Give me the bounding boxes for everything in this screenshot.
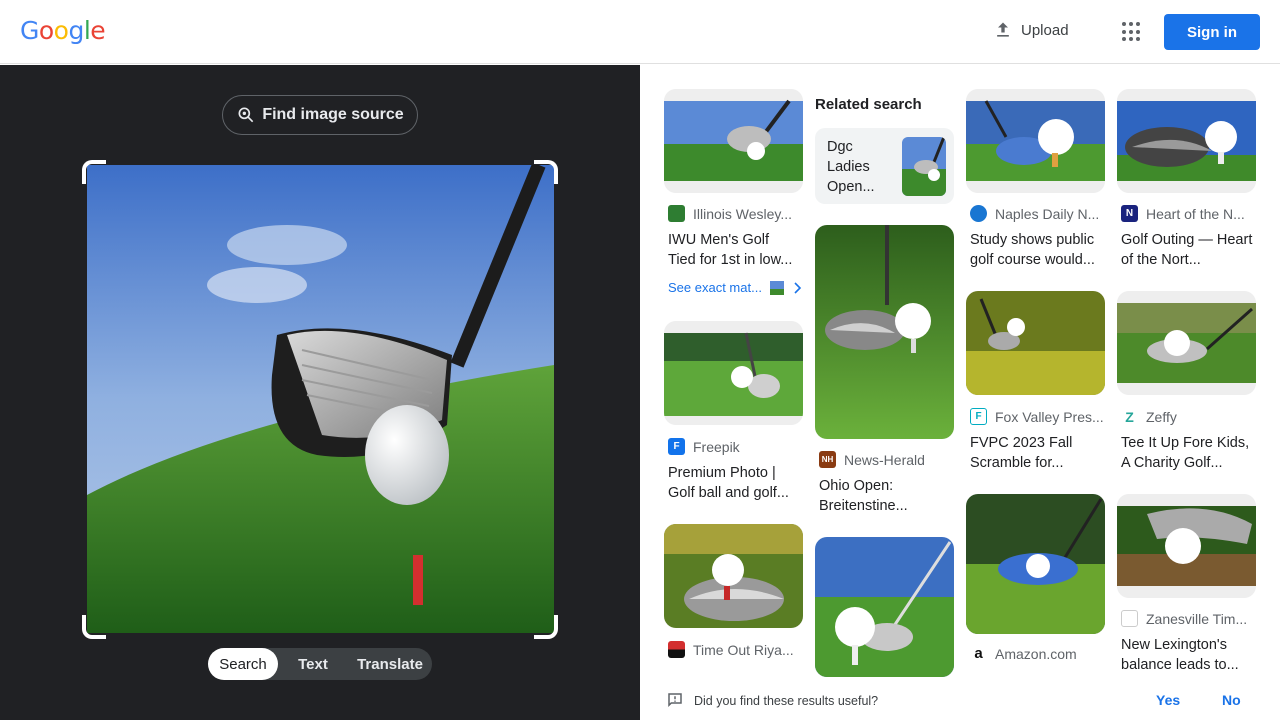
upload-button[interactable]: Upload (993, 20, 1069, 40)
result-source[interactable]: F Fox Valley Pres... (970, 408, 1106, 425)
result-image[interactable] (664, 524, 803, 628)
result-title[interactable]: IWU Men's Golf Tied for 1st in low... (668, 230, 800, 270)
result-title[interactable]: FVPC 2023 Fall Scramble for... (970, 433, 1102, 473)
result-image[interactable] (966, 89, 1105, 193)
result-title[interactable]: Tee It Up Fore Kids, A Charity Golf... (1121, 433, 1253, 473)
lens-panel: Find image source Search Text Translate (0, 65, 640, 720)
source-name: Freepik (693, 438, 740, 455)
result-source[interactable]: NH News-Herald (819, 451, 955, 468)
source-name: News-Herald (844, 451, 925, 468)
result-image[interactable] (1117, 89, 1256, 193)
google-logo[interactable]: Google (20, 16, 106, 45)
result-image[interactable] (966, 494, 1105, 634)
logo-letter: o (53, 16, 69, 45)
result-image[interactable] (1117, 291, 1256, 395)
crop-handle-bottom-right[interactable] (534, 615, 558, 639)
result-source[interactable]: Time Out Riya... (668, 641, 804, 658)
result-source[interactable]: a Amazon.com (970, 645, 1106, 662)
favicon-icon (668, 641, 685, 658)
favicon-icon (668, 205, 685, 222)
logo-letter: G (20, 16, 39, 45)
find-image-source-label: Find image source (262, 106, 404, 123)
upload-icon (997, 22, 1009, 37)
exact-match-label: See exact mat... (668, 280, 762, 295)
sign-in-button[interactable]: Sign in (1164, 14, 1260, 50)
find-image-source-button[interactable]: Find image source (222, 95, 418, 135)
result-title[interactable]: Golf Outing — Heart of the Nort... (1121, 230, 1253, 270)
mode-text[interactable]: Text (278, 648, 348, 680)
result-source[interactable]: Zanesville Tim... (1121, 610, 1257, 627)
source-name: Time Out Riya... (693, 641, 794, 658)
source-name: Fox Valley Pres... (995, 408, 1104, 425)
mode-translate[interactable]: Translate (348, 648, 432, 680)
result-image[interactable] (664, 321, 803, 425)
favicon-icon: N (1121, 205, 1138, 222)
feedback-icon (668, 693, 682, 708)
favicon-icon: NH (819, 451, 836, 468)
result-title[interactable]: Study shows public golf course would... (970, 230, 1102, 270)
feedback-question: Did you find these results useful? (694, 694, 879, 708)
favicon-icon: a (970, 645, 987, 662)
related-query: Dgc Ladies Open... (827, 139, 875, 195)
result-image[interactable] (664, 89, 803, 193)
crop-handle-top-left[interactable] (82, 160, 106, 184)
related-search-heading: Related search (815, 96, 922, 113)
query-image[interactable] (87, 165, 554, 633)
favicon-icon: F (970, 408, 987, 425)
result-source[interactable]: F Freepik (668, 438, 804, 455)
feedback-yes-button[interactable]: Yes (1156, 692, 1180, 708)
result-image[interactable] (815, 537, 954, 677)
result-title[interactable]: Premium Photo | Golf ball and golf... (668, 463, 800, 503)
source-name: Heart of the N... (1146, 205, 1245, 222)
feedback-no-button[interactable]: No (1222, 692, 1241, 708)
logo-letter: e (90, 16, 106, 45)
favicon-icon: Z (1121, 408, 1138, 425)
lens-search-icon (238, 107, 254, 123)
logo-letter: o (38, 16, 54, 45)
mode-search[interactable]: Search (208, 648, 278, 680)
favicon-icon (1121, 610, 1138, 627)
upload-label: Upload (1021, 21, 1069, 39)
source-name: Zanesville Tim... (1146, 610, 1248, 627)
result-source[interactable]: N Heart of the N... (1121, 205, 1257, 222)
crop-handle-top-right[interactable] (534, 160, 558, 184)
result-image[interactable] (966, 291, 1105, 395)
chevron-right-icon (794, 281, 802, 294)
apps-grid-icon[interactable] (1122, 22, 1142, 42)
result-image[interactable] (815, 225, 954, 439)
crop-handle-bottom-left[interactable] (82, 615, 106, 639)
see-exact-matches-link[interactable]: See exact mat... (668, 280, 802, 295)
result-source[interactable]: Illinois Wesley... (668, 205, 804, 222)
feedback-bar: Did you find these results useful? Yes N… (640, 680, 1280, 720)
source-name: Naples Daily N... (995, 205, 1100, 222)
source-name: Illinois Wesley... (693, 205, 793, 222)
thumbnail-icon (769, 280, 784, 295)
result-title[interactable]: New Lexington's balance leads to... (1121, 635, 1253, 675)
favicon-icon: F (668, 438, 685, 455)
result-image[interactable] (1117, 494, 1256, 598)
related-thumbnail (902, 137, 946, 196)
source-name: Amazon.com (995, 645, 1077, 662)
lens-mode-switcher: Search Text Translate (208, 648, 432, 680)
results-panel: Illinois Wesley... IWU Men's Golf Tied f… (640, 65, 1280, 720)
source-name: Zeffy (1146, 408, 1177, 425)
result-title[interactable]: Ohio Open: Breitenstine... (819, 476, 951, 516)
favicon-icon (970, 205, 987, 222)
top-bar: Google Upload Sign in (0, 0, 1280, 64)
related-search-chip[interactable]: Dgc Ladies Open... (815, 128, 954, 204)
result-source[interactable]: Naples Daily N... (970, 205, 1106, 222)
result-source[interactable]: Z Zeffy (1121, 408, 1257, 425)
logo-letter: g (68, 16, 84, 45)
